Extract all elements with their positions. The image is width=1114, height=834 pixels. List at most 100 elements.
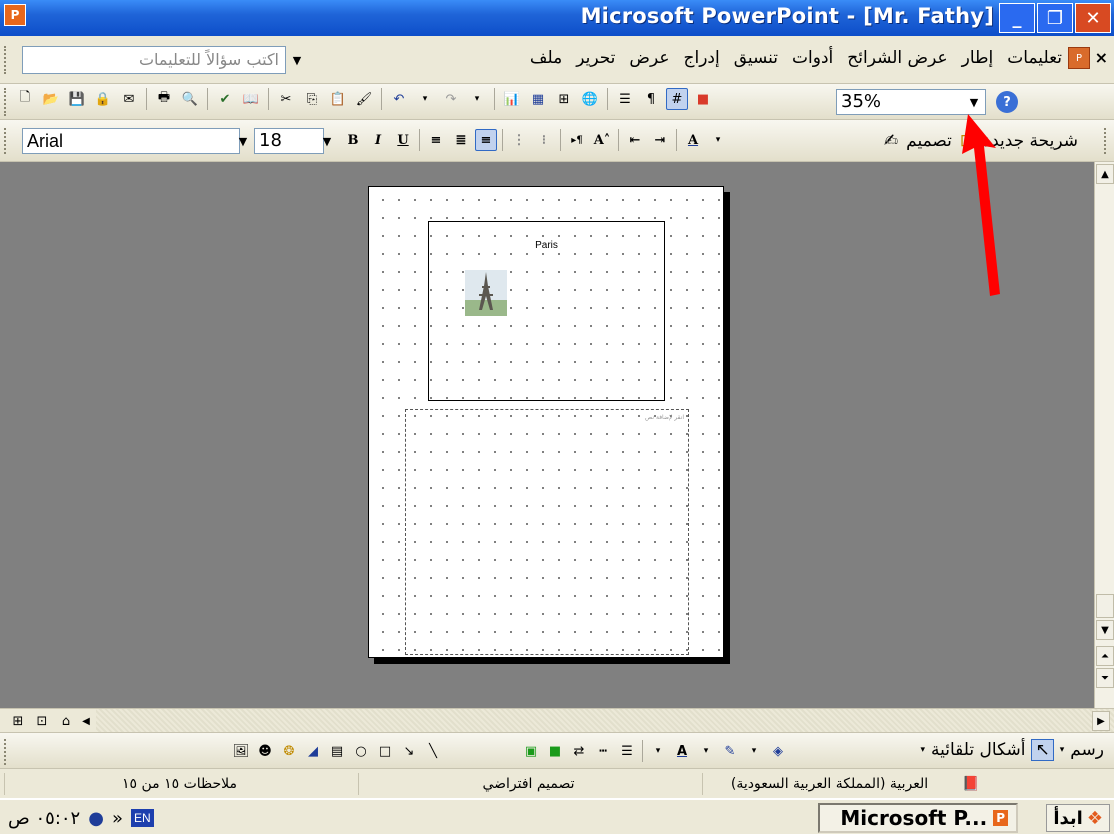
slideshow-view-icon[interactable]: ⌂ xyxy=(56,711,76,731)
show-formatting-icon[interactable]: ¶ xyxy=(640,88,662,110)
rectangle-icon[interactable]: □ xyxy=(374,740,396,762)
font-size-select[interactable]: 18 xyxy=(254,128,324,154)
scroll-left-icon[interactable]: ◀ xyxy=(76,711,96,731)
scroll-thumb[interactable] xyxy=(1096,594,1114,618)
diagram-icon[interactable]: ❂ xyxy=(278,740,300,762)
vertical-scrollbar[interactable]: ▲ ▼ ⏶ ⏷ xyxy=(1094,162,1114,708)
slide-thumbnail[interactable]: Paris xyxy=(428,221,665,401)
decrease-indent-icon[interactable]: ⇤ xyxy=(624,129,646,151)
arrow-style-icon[interactable]: ⇄ xyxy=(568,740,590,762)
fill-color-icon[interactable]: ◈ xyxy=(767,740,789,762)
powerpoint-icon[interactable]: P xyxy=(4,4,26,26)
document-icon[interactable]: P xyxy=(1068,47,1090,69)
clip-art-icon[interactable]: ☻ xyxy=(254,740,276,762)
design-button[interactable]: تصميم xyxy=(906,131,952,151)
format-painter-icon[interactable]: 🖌 xyxy=(353,88,375,110)
next-slide-icon[interactable]: ⏷ xyxy=(1096,668,1114,688)
restore-button[interactable]: ❐ xyxy=(1037,3,1073,33)
redo-dropdown-icon[interactable]: ▾ xyxy=(466,88,488,110)
toolbar-options-icon[interactable] xyxy=(1104,128,1108,154)
undo-dropdown-icon[interactable]: ▾ xyxy=(414,88,436,110)
align-left-icon[interactable]: ≡ xyxy=(425,129,447,151)
bold-icon[interactable]: B xyxy=(342,129,364,151)
menu-tools[interactable]: أدوات xyxy=(792,48,833,68)
oval-icon[interactable]: ○ xyxy=(350,740,372,762)
minimize-button[interactable]: _ xyxy=(999,3,1035,33)
eiffel-tower-image[interactable] xyxy=(465,270,507,316)
expand-all-icon[interactable]: ☰ xyxy=(614,88,636,110)
permission-icon[interactable]: 🔒 xyxy=(92,88,114,110)
wordart-icon[interactable]: ◢ xyxy=(302,740,324,762)
ask-question-input[interactable]: اكتب سؤالاً للتعليمات xyxy=(22,46,286,74)
select-objects-icon[interactable]: ↖ xyxy=(1031,739,1054,761)
language-indicator[interactable]: EN xyxy=(130,809,154,827)
grid-icon[interactable]: # xyxy=(666,88,688,110)
menu-view[interactable]: عرض xyxy=(629,48,669,68)
fill-color-dropdown-icon[interactable]: ▾ xyxy=(743,740,765,762)
font-color-dropdown-icon[interactable]: ▾ xyxy=(707,129,729,151)
tray-app-icon[interactable]: ● xyxy=(88,808,104,829)
underline-icon[interactable]: U xyxy=(392,129,414,151)
font-size-dropdown-icon[interactable]: ▼ xyxy=(318,129,336,153)
toolbar-grip[interactable] xyxy=(4,88,8,116)
align-right-icon[interactable]: ≡ xyxy=(475,129,497,151)
textbox-icon[interactable]: ▤ xyxy=(326,740,348,762)
taskbar-powerpoint-button[interactable]: Microsoft P... P xyxy=(818,803,1018,833)
font-color-icon[interactable]: A xyxy=(682,129,704,151)
tables-borders-icon[interactable]: ⊞ xyxy=(553,88,575,110)
text-direction-icon[interactable]: ▸¶ xyxy=(566,129,588,151)
menu-help[interactable]: تعليمات xyxy=(1007,48,1062,68)
menu-edit[interactable]: تحرير xyxy=(576,48,615,68)
draw-font-color-icon[interactable]: A xyxy=(671,740,693,762)
scroll-right-icon[interactable]: ▶ xyxy=(1092,711,1110,731)
toolbar-grip[interactable] xyxy=(4,46,8,74)
table-icon[interactable]: ▦ xyxy=(527,88,549,110)
bullets-icon[interactable]: ⁝ xyxy=(533,129,555,151)
menu-format[interactable]: تنسيق xyxy=(734,48,778,68)
copy-icon[interactable]: ⎘ xyxy=(301,88,323,110)
autoshapes-menu-button[interactable]: أشكال تلقائية xyxy=(931,740,1025,760)
paste-icon[interactable]: 📋 xyxy=(327,88,349,110)
open-icon[interactable]: 📂 xyxy=(40,88,62,110)
cut-icon[interactable]: ✂ xyxy=(275,88,297,110)
numbering-icon[interactable]: ⋮ xyxy=(508,129,530,151)
redo-icon[interactable]: ↷ xyxy=(440,88,462,110)
draw-dropdown-icon[interactable]: ▾ xyxy=(1060,745,1065,755)
arrow-tool-icon[interactable]: ↘ xyxy=(398,740,420,762)
document-close-button[interactable]: × xyxy=(1095,48,1108,67)
line-style-icon[interactable]: ☰ xyxy=(616,740,638,762)
spelling-icon[interactable]: ✔ xyxy=(214,88,236,110)
italic-icon[interactable]: I xyxy=(367,129,389,151)
normal-view-icon[interactable]: ⊞ xyxy=(8,711,28,731)
research-icon[interactable]: 📖 xyxy=(240,88,262,110)
increase-font-icon[interactable]: A˄ xyxy=(591,129,613,151)
toolbar-grip[interactable] xyxy=(4,128,8,154)
line-tool-icon[interactable]: ╲ xyxy=(422,740,444,762)
line-color-dropdown-icon[interactable]: ▾ xyxy=(695,740,717,762)
close-button[interactable]: ✕ xyxy=(1075,3,1111,33)
picture-icon[interactable]: 🖼 xyxy=(230,740,252,762)
autoshapes-dropdown-icon[interactable]: ▾ xyxy=(921,745,926,755)
slide-sorter-view-icon[interactable]: ⊡ xyxy=(32,711,52,731)
previous-slide-icon[interactable]: ⏶ xyxy=(1096,646,1114,666)
tray-expand-icon[interactable]: » xyxy=(112,808,123,829)
start-button[interactable]: ❖ ابدأ xyxy=(1046,804,1110,832)
font-dropdown-icon[interactable]: ▼ xyxy=(234,129,252,153)
notes-placeholder[interactable]: انقر لإضافة نص xyxy=(405,409,689,655)
chart-icon[interactable]: 📊 xyxy=(501,88,523,110)
3d-icon[interactable]: ▣ xyxy=(520,740,542,762)
toolbar-options-icon[interactable] xyxy=(4,739,8,765)
shadow-icon[interactable]: ■ xyxy=(544,740,566,762)
font-color-dropdown-icon[interactable]: ▾ xyxy=(647,740,669,762)
draw-menu-button[interactable]: رسم xyxy=(1070,740,1104,760)
new-icon[interactable]: 🗋 xyxy=(14,88,36,110)
spelling-status-icon[interactable]: 📕 xyxy=(958,773,984,795)
menu-insert[interactable]: إدراج xyxy=(684,48,720,68)
horizontal-scrollbar[interactable]: ▶ xyxy=(96,708,1114,732)
line-color-icon[interactable]: ✎ xyxy=(719,740,741,762)
font-select[interactable]: Arial xyxy=(22,128,240,154)
scroll-up-icon[interactable]: ▲ xyxy=(1096,164,1114,184)
increase-indent-icon[interactable]: ⇥ xyxy=(649,129,671,151)
email-icon[interactable]: ✉ xyxy=(118,88,140,110)
save-icon[interactable]: 💾 xyxy=(66,88,88,110)
